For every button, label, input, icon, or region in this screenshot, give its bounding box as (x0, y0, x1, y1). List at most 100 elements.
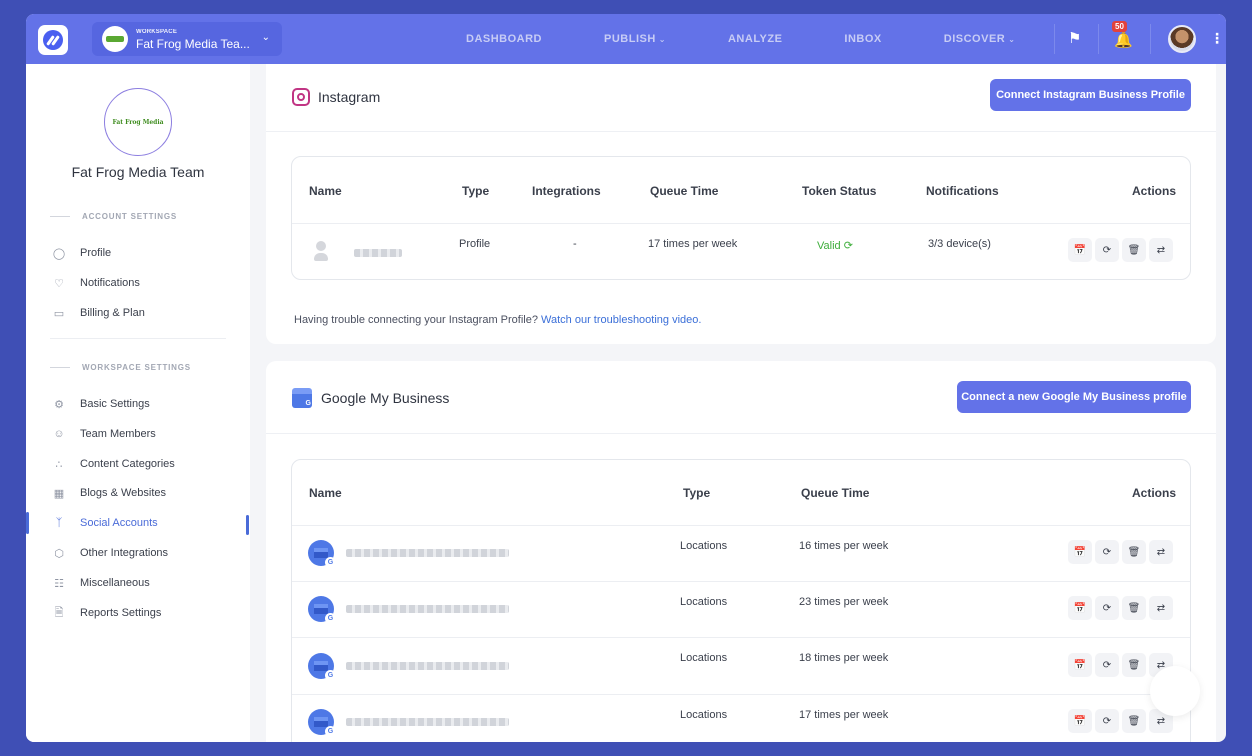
queue-time-cell: 17 times per week (799, 709, 889, 721)
location-avatar (308, 653, 336, 681)
calendar-icon[interactable]: 📅 (1068, 238, 1092, 262)
row-actions: 📅 ⟳ 🗑 ⇄ (1065, 540, 1173, 564)
type-cell: Locations (680, 596, 728, 608)
nav-inbox[interactable]: INBOX (844, 33, 881, 45)
logo-icon (43, 30, 63, 50)
sliders-icon: ☷ (54, 577, 64, 590)
refresh-icon[interactable]: ⟳ (1095, 709, 1119, 733)
account-settings-heading: ACCOUNT SETTINGS (50, 212, 177, 221)
calendar-icon[interactable]: 📅 (1068, 653, 1092, 677)
trash-icon[interactable]: 🗑 (1122, 540, 1146, 564)
sidebar-item-content-categories[interactable]: ∴ Content Categories (52, 454, 175, 474)
divider (1054, 24, 1055, 54)
sidebar-item-blogs-websites[interactable]: ▦ Blogs & Websites (52, 483, 166, 503)
divider (292, 581, 1190, 582)
help-chat-button[interactable] (1150, 666, 1200, 716)
location-avatar (308, 540, 336, 568)
org-logo: Fat Frog Media (104, 88, 172, 156)
app-window: WORKSPACE Fat Frog Media Tea... ⌄ DASHBO… (26, 14, 1226, 742)
chevron-down-icon: ⌄ (261, 32, 270, 43)
main-nav: DASHBOARD PUBLISH ⌄ ANALYZE INBOX DISCOVE… (466, 14, 1077, 64)
team-icon: ☺ (53, 428, 65, 440)
sidebar-item-miscellaneous[interactable]: ☷ Miscellaneous (52, 573, 150, 593)
column-header: Notifications (926, 184, 999, 198)
bell-icon: ♡ (54, 277, 64, 290)
sidebar-item-notifications[interactable]: ♡ Notifications (52, 273, 140, 293)
row-actions: 📅 ⟳ 🗑 ⇄ (1065, 238, 1173, 262)
refresh-icon[interactable]: ⟳ (1095, 653, 1119, 677)
categories-icon: ∴ (55, 458, 63, 471)
sidebar-item-team-members[interactable]: ☺ Team Members (52, 424, 155, 444)
sidebar-item-basic-settings[interactable]: ⚙ Basic Settings (52, 394, 150, 414)
trash-icon[interactable]: 🗑 (1122, 238, 1146, 262)
row-actions: 📅 ⟳ 🗑 ⇄ (1065, 596, 1173, 620)
user-icon: ◯ (52, 247, 66, 260)
workspace-switcher[interactable]: WORKSPACE Fat Frog Media Tea... ⌄ (92, 22, 282, 56)
column-header: Queue Time (801, 486, 870, 500)
hexagon-icon: ⬡ (54, 547, 64, 560)
app-logo[interactable] (38, 25, 68, 55)
sidebar-item-billing[interactable]: ▭ Billing & Plan (52, 303, 145, 323)
shuffle-icon[interactable]: ⇄ (1149, 596, 1173, 620)
divider (50, 338, 226, 339)
workspace-settings-heading: WORKSPACE SETTINGS (50, 363, 191, 372)
column-header: Queue Time (650, 184, 719, 198)
trash-icon[interactable]: 🗑 (1122, 653, 1146, 677)
sidebar-item-other-integrations[interactable]: ⬡ Other Integrations (52, 543, 168, 563)
nav-analyze[interactable]: ANALYZE (728, 33, 782, 45)
queue-time-cell: 23 times per week (799, 596, 889, 608)
trash-icon[interactable]: 🗑 (1122, 596, 1146, 620)
settings-sidebar: Fat Frog Media Fat Frog Media Team ACCOU… (26, 64, 250, 742)
type-cell: Locations (680, 709, 728, 721)
website-icon: ▦ (53, 487, 65, 500)
workspace-avatar (102, 26, 128, 52)
token-status-cell: Valid ⟳ (817, 240, 853, 252)
troubleshooting-note: Having trouble connecting your Instagram… (294, 314, 702, 326)
column-header: Type (462, 184, 490, 198)
calendar-icon[interactable]: 📅 (1068, 709, 1092, 733)
divider (1098, 24, 1099, 54)
document-icon: 🗎 (54, 606, 64, 619)
gmb-card: Google My Business Connect a new Google … (266, 361, 1216, 742)
column-header: Actions (1132, 184, 1177, 198)
sidebar-item-profile[interactable]: ◯ Profile (52, 243, 111, 263)
instagram-table: Name Type Integrations Queue Time Token … (291, 156, 1191, 280)
sidebar-item-social-accounts[interactable]: ᛉ Social Accounts (52, 513, 158, 533)
troubleshooting-link[interactable]: Watch our troubleshooting video. (541, 314, 701, 326)
calendar-icon[interactable]: 📅 (1068, 596, 1092, 620)
account-name (354, 249, 402, 257)
google-my-business-icon (292, 388, 312, 408)
gmb-table: Name Type Queue Time Actions Locations 1… (291, 459, 1191, 742)
type-cell: Locations (680, 540, 728, 552)
chevron-down-icon: ⌄ (1008, 35, 1016, 44)
location-avatar (308, 596, 336, 624)
nav-dashboard[interactable]: DASHBOARD (466, 33, 542, 45)
refresh-icon[interactable]: ⟳ (844, 240, 853, 252)
nav-discover[interactable]: DISCOVER ⌄ (944, 33, 1016, 45)
gmb-title: Google My Business (292, 388, 449, 408)
gear-icon: ⚙ (54, 398, 64, 411)
refresh-icon[interactable]: ⟳ (1095, 596, 1119, 620)
column-header: Actions (1132, 486, 1177, 500)
user-avatar[interactable] (1168, 25, 1196, 53)
connect-gmb-button[interactable]: Connect a new Google My Business profile (957, 381, 1191, 413)
divider (1150, 24, 1151, 54)
card-icon: ▭ (53, 307, 65, 320)
bell-icon[interactable]: 🔔 (1114, 31, 1133, 49)
divider (292, 525, 1190, 526)
refresh-icon[interactable]: ⟳ (1095, 540, 1119, 564)
divider (292, 694, 1190, 695)
branch-icon: ᛉ (55, 517, 63, 529)
top-navbar: WORKSPACE Fat Frog Media Tea... ⌄ DASHBO… (26, 14, 1226, 64)
refresh-icon[interactable]: ⟳ (1095, 238, 1119, 262)
trash-icon[interactable]: 🗑 (1122, 709, 1146, 733)
shuffle-icon[interactable]: ⇄ (1149, 238, 1173, 262)
queue-time-cell: 16 times per week (799, 540, 889, 552)
calendar-icon[interactable]: 📅 (1068, 540, 1092, 564)
shuffle-icon[interactable]: ⇄ (1149, 540, 1173, 564)
sidebar-item-reports-settings[interactable]: 🗎 Reports Settings (52, 603, 162, 623)
connect-instagram-button[interactable]: Connect Instagram Business Profile (990, 79, 1191, 111)
flag-icon[interactable]: ⚑ (1068, 29, 1081, 47)
more-icon[interactable]: ⋮ (1210, 30, 1224, 47)
nav-publish[interactable]: PUBLISH ⌄ (604, 33, 666, 45)
